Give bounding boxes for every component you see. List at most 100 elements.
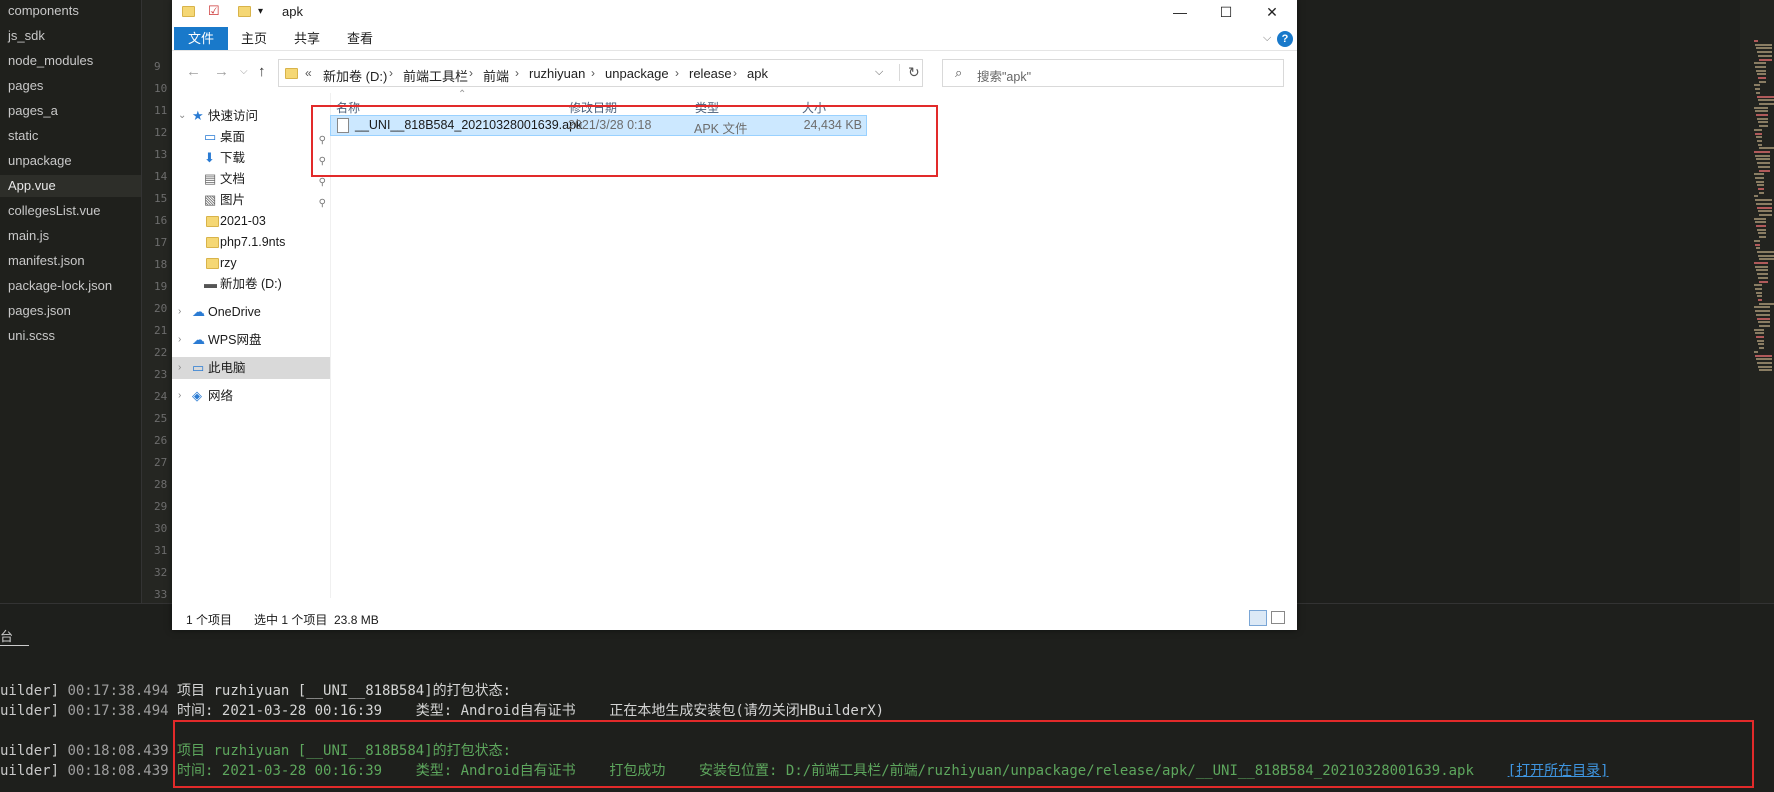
file-tree-item[interactable]: uni.scss [8,325,55,347]
back-icon[interactable]: ← [186,63,201,80]
chevron-right-icon[interactable]: › [515,66,519,80]
nav-item[interactable]: php7.1.9nts [172,231,330,253]
maximize-button[interactable]: ☐ [1203,0,1249,24]
chevron-right-icon[interactable]: › [178,329,181,351]
minimap-line [1759,125,1768,128]
tab-view[interactable]: 查看 [333,27,387,50]
breadcrumb-item[interactable]: apk [747,66,768,81]
chevron-right-icon[interactable]: › [178,301,181,323]
refresh-icon[interactable]: ↻ [899,64,920,81]
nav-item-label: 桌面 [220,130,246,144]
title-bar: ☑ ▾ apk — ☐ ✕ [172,0,1297,24]
drive-icon: ▬ [204,276,217,291]
file-tree-item[interactable]: main.js [8,225,49,247]
line-number: 21 [154,324,168,337]
file-tree-item[interactable]: js_sdk [8,25,45,47]
help-icon[interactable]: ? [1277,31,1293,47]
line-number: 29 [154,500,168,513]
minimap-line [1758,143,1762,146]
close-button[interactable]: ✕ [1249,0,1295,24]
file-tree-item[interactable]: node_modules [8,50,93,72]
tab-file[interactable]: 文件 [174,27,229,50]
chevron-right-icon[interactable]: › [591,66,595,80]
line-number: 14 [154,170,168,183]
file-tree-item[interactable]: pages.json [8,300,71,322]
chevron-right-icon[interactable]: › [178,385,181,407]
minimap-line [1755,265,1768,268]
chevron-right-icon[interactable]: › [178,357,181,379]
chevron-right-icon[interactable]: › [675,66,679,80]
details-view-icon[interactable] [1249,610,1267,626]
file-tree-item[interactable]: pages_a [8,100,58,122]
file-tree-item[interactable]: static [8,125,38,147]
network-icon: ◈ [192,388,202,403]
nav-item[interactable]: › ☁ OneDrive [172,301,330,323]
large-icons-view-icon[interactable] [1271,611,1285,624]
breadcrumb-item[interactable]: 前端 [483,66,509,85]
minimap-line [1756,91,1760,94]
chevron-right-icon[interactable]: › [469,66,473,80]
file-tree-item[interactable]: App.vue [0,175,141,197]
breadcrumb-item[interactable]: unpackage [605,66,669,81]
breadcrumb-overflow[interactable]: « [305,66,312,80]
file-tree-item[interactable]: components [8,0,79,22]
nav-item-label: WPS网盘 [208,333,262,347]
chevron-right-icon[interactable]: › [733,66,737,80]
search-input[interactable]: ⌕ 搜索"apk" [942,59,1284,87]
quick-access-dropdown-icon[interactable]: ▾ [258,6,263,17]
file-tree-item[interactable]: pages [8,75,43,97]
up-icon[interactable]: ↑ [258,63,266,80]
minimap-line [1757,339,1764,342]
recent-dropdown-icon[interactable]: ⌵ [240,66,248,77]
breadcrumb-item[interactable]: release [689,66,732,81]
nav-item[interactable]: ⬇ 下载 ⚲ [172,147,330,169]
minimize-button[interactable]: — [1157,0,1203,24]
address-bar[interactable]: « 新加卷 (D:) › 前端工具栏 › 前端 › ruzhiyuan › unpackage ›… [278,59,923,87]
line-number: 19 [154,280,168,293]
desktop-icon: ▭ [204,129,217,144]
chevron-down-icon[interactable]: ⌄ [178,105,186,127]
tab-share[interactable]: 共享 [280,27,334,50]
minimap-line [1758,188,1764,190]
new-folder-icon[interactable] [238,6,251,17]
minimap-line [1757,206,1772,209]
minimap-line [1759,236,1766,239]
console-tab[interactable]: 台 [0,626,30,646]
file-tree-item[interactable]: manifest.json [8,250,85,272]
address-dropdown-icon[interactable]: ⌵ [875,66,883,79]
nav-item[interactable]: ▬ 新加卷 (D:) [172,273,330,295]
file-tree-item[interactable]: collegesList.vue [8,200,101,222]
log-timestamp: 00:17:38.494 [67,703,169,719]
file-tree-item[interactable]: package-lock.json [8,275,112,297]
nav-item[interactable]: 2021-03 [172,210,330,232]
forward-icon[interactable]: → [214,63,229,80]
nav-item[interactable]: › ◈ 网络 [172,385,330,407]
nav-item[interactable]: › ▭ 此电脑 [172,357,330,379]
tab-home[interactable]: 主页 [227,27,281,50]
nav-item[interactable]: ▤ 文档 ⚲ [172,168,330,190]
chevron-right-icon[interactable]: › [389,66,393,80]
cloud-icon: ☁ [192,332,205,347]
breadcrumb-item[interactable]: 前端工具栏 [403,66,468,85]
nav-item[interactable]: › ☁ WPS网盘 [172,329,330,351]
properties-icon[interactable]: ☑ [208,3,220,19]
minimap-line [1756,225,1766,227]
minimap-line [1758,299,1762,301]
minimap-line [1759,280,1768,283]
nav-item[interactable]: ▭ 桌面 ⚲ [172,126,330,148]
breadcrumb-item[interactable]: 新加卷 (D:) [323,66,387,85]
breadcrumb-item[interactable]: ruzhiyuan [529,66,585,81]
nav-item-label: 2021-03 [220,214,266,228]
line-number: 26 [154,434,168,447]
minimap-line [1756,114,1768,116]
nav-item[interactable]: ⌄ ★ 快速访问 [172,105,330,127]
minimap-line [1759,302,1774,305]
minimap-line [1756,336,1764,338]
nav-item-label: 图片 [220,193,246,207]
nav-item[interactable]: rzy [172,252,330,274]
nav-item[interactable]: ▧ 图片 ⚲ [172,189,330,211]
minimap-line [1756,158,1770,161]
file-tree-item[interactable]: unpackage [8,150,72,172]
code-minimap[interactable] [1740,0,1774,603]
minimap-line [1755,332,1764,335]
